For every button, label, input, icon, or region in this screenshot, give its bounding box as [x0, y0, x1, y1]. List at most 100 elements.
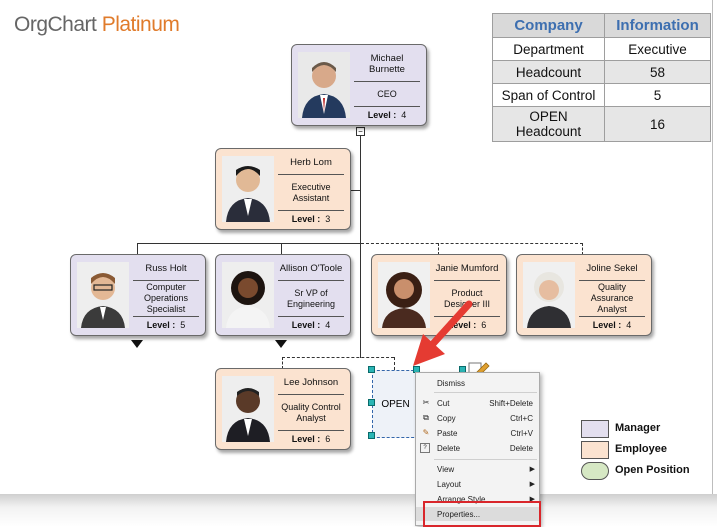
menu-item-paste[interactable]: ✎ Paste Ctrl+V [416, 426, 539, 440]
person-photo [77, 262, 129, 328]
expand-down-icon[interactable] [131, 340, 143, 348]
menu-item-label: Dismiss [437, 378, 465, 388]
card-details: Lee Johnson Quality Control Analyst Leve… [278, 373, 344, 445]
org-card-herb-lom[interactable]: Herb Lom Executive Assistant Level : 3 [215, 148, 351, 230]
logo-platinum-text: Platinum [96, 13, 180, 36]
menu-separator [434, 392, 537, 393]
card-level: Level : 4 [354, 107, 420, 121]
card-level-label: Level : [146, 320, 176, 330]
card-level-value: 6 [325, 434, 331, 444]
person-photo [222, 376, 274, 442]
card-level-value: 4 [325, 320, 331, 330]
selection-handle[interactable] [368, 432, 375, 439]
paste-icon: ✎ [422, 428, 430, 437]
org-card-michael-burnette[interactable]: Michael Burnette CEO Level : 4 [291, 44, 427, 126]
menu-item-label: Paste [437, 428, 458, 438]
org-card-joline-sekel[interactable]: Joline Sekel Quality Assurance Analyst L… [516, 254, 652, 336]
card-title: Sr VP of Engineering [278, 281, 344, 317]
card-level: Level : 3 [278, 211, 344, 225]
table-cell: Department [492, 37, 605, 61]
menu-item-cut[interactable]: ✂ Cut Shift+Delete [416, 396, 539, 410]
card-title: Quality Assurance Analyst [579, 281, 645, 317]
card-details: Herb Lom Executive Assistant Level : 3 [278, 153, 344, 225]
menu-item-dismiss[interactable]: Dismiss [416, 376, 539, 390]
card-name: Allison O'Toole [278, 259, 344, 281]
menu-shortcut: Shift+Delete [489, 398, 533, 408]
table-row: Span of Control 5 [492, 83, 711, 107]
connector-dashed-line [361, 243, 583, 244]
card-name: Lee Johnson [278, 373, 344, 395]
legend-open-position-label: Open Position [615, 464, 690, 476]
card-details: Michael Burnette CEO Level : 4 [354, 49, 420, 121]
card-level-label: Level : [291, 214, 321, 224]
table-cell: 58 [604, 60, 711, 84]
menu-shortcut: Ctrl+V [510, 428, 533, 438]
card-level-value: 4 [626, 320, 632, 330]
table-row: Headcount 58 [492, 60, 711, 84]
selection-handle[interactable] [368, 399, 375, 406]
legend-manager-swatch [581, 420, 609, 438]
company-info-table: Company Information Department Executive… [492, 13, 711, 142]
connector-line [360, 134, 361, 358]
table-cell: 16 [604, 106, 711, 142]
open-position-label: OPEN [381, 398, 410, 410]
collapse-toggle-icon[interactable]: − [356, 127, 365, 136]
submenu-arrow-icon: ▶ [529, 481, 535, 488]
menu-item-label: Cut [437, 398, 450, 408]
window-bottom-shadow [0, 494, 717, 527]
card-details: Allison O'Toole Sr VP of Engineering Lev… [278, 259, 344, 331]
scissors-icon: ✂ [422, 398, 430, 407]
card-title: Executive Assistant [278, 175, 344, 211]
copy-icon: ⧉ [423, 413, 429, 422]
connector-line [137, 243, 361, 244]
table-cell: Span of Control [492, 83, 605, 107]
pointer-arrow-icon [413, 300, 473, 366]
table-cell: Executive [604, 37, 711, 61]
card-level-value: 4 [401, 110, 407, 120]
menu-item-layout[interactable]: Layout ▶ [416, 477, 539, 491]
open-position-box[interactable]: OPEN [372, 370, 419, 438]
card-name: Janie Mumford [434, 259, 500, 281]
delete-icon: ? [420, 443, 430, 453]
chart-canvas[interactable]: OrgChart Platinum Company Information De… [0, 0, 713, 495]
table-header-row: Company Information [492, 13, 711, 38]
person-photo [222, 156, 274, 222]
table-cell: 5 [604, 83, 711, 107]
card-name: Herb Lom [278, 153, 344, 175]
table-row: Department Executive [492, 37, 711, 61]
card-level-label: Level : [291, 434, 321, 444]
legend-manager-label: Manager [615, 422, 661, 434]
table-header-information: Information [604, 13, 711, 38]
card-level-value: 5 [180, 320, 186, 330]
logo-orgchart-text: OrgChart [14, 13, 97, 36]
menu-item-copy[interactable]: ⧉ Copy Ctrl+C [416, 411, 539, 425]
connector-dashed-line [282, 357, 394, 358]
card-level: Level : 5 [133, 317, 199, 331]
menu-item-label: Delete [437, 443, 461, 453]
person-photo [222, 262, 274, 328]
card-level: Level : 4 [278, 317, 344, 331]
card-name: Michael Burnette [354, 49, 420, 82]
connector-dashed-line [394, 357, 395, 370]
menu-separator [434, 459, 537, 460]
app-logo: OrgChart Platinum [14, 13, 180, 37]
legend-employee-swatch [581, 441, 609, 459]
menu-item-label: Copy [437, 413, 456, 423]
menu-item-view[interactable]: View ▶ [416, 462, 539, 476]
legend-open-position-swatch [581, 462, 609, 480]
card-details: Joline Sekel Quality Assurance Analyst L… [579, 259, 645, 331]
table-header-company: Company [492, 13, 605, 38]
card-title: Quality Control Analyst [278, 395, 344, 431]
legend-employee-label: Employee [615, 443, 667, 455]
card-level: Level : 6 [278, 431, 344, 445]
org-card-russ-holt[interactable]: Russ Holt Computer Operations Specialist… [70, 254, 206, 336]
menu-item-delete[interactable]: ? Delete Delete [416, 441, 539, 455]
org-card-allison-otoole[interactable]: Allison O'Toole Sr VP of Engineering Lev… [215, 254, 351, 336]
card-level-label: Level : [291, 320, 321, 330]
expand-down-icon[interactable] [275, 340, 287, 348]
menu-item-label: View [437, 464, 455, 474]
selection-handle[interactable] [368, 366, 375, 373]
card-level: Level : 4 [579, 317, 645, 331]
org-card-lee-johnson[interactable]: Lee Johnson Quality Control Analyst Leve… [215, 368, 351, 450]
card-level-label: Level : [367, 110, 397, 120]
